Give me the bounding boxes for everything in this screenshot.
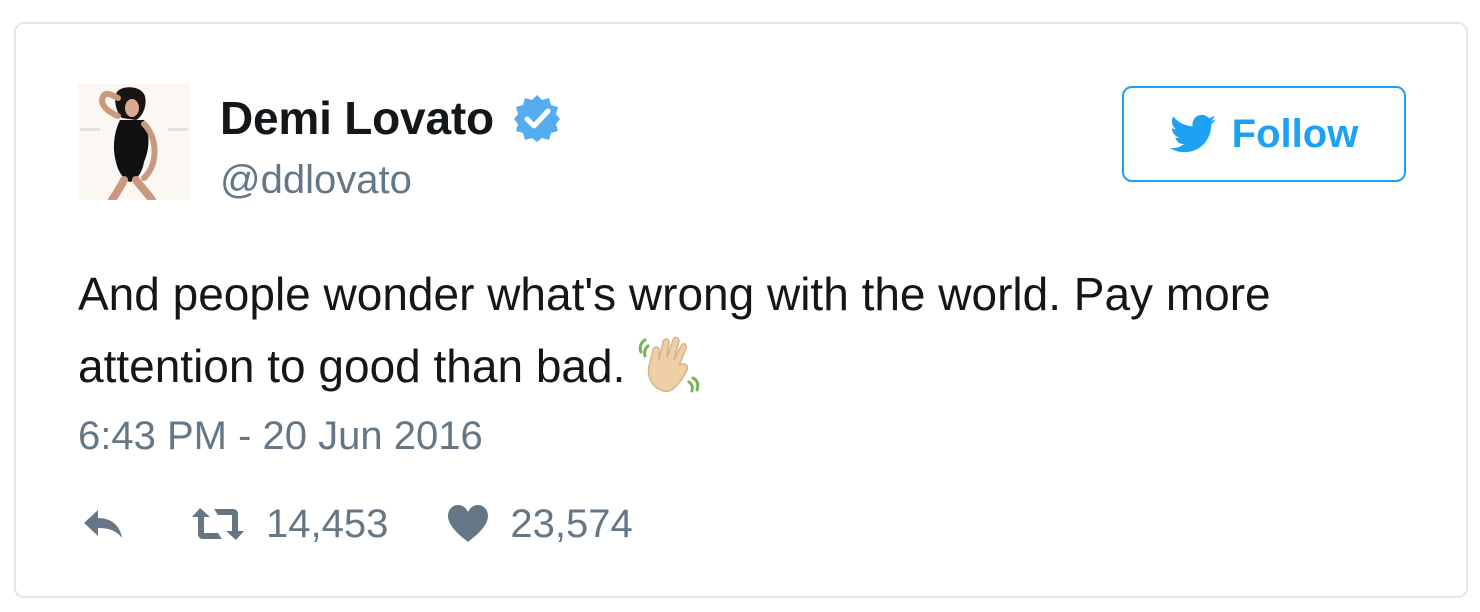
tweet-timestamp[interactable]: 6:43 PM - 20 Jun 2016 bbox=[78, 414, 483, 459]
waving-hand-icon bbox=[639, 336, 700, 393]
avatar[interactable] bbox=[78, 84, 190, 200]
reply-icon bbox=[84, 510, 122, 538]
follow-label: Follow bbox=[1231, 111, 1359, 156]
twitter-bird-icon bbox=[1169, 114, 1216, 153]
tweet-text: And people wonder what's wrong with the … bbox=[78, 258, 1408, 402]
retweet-icon bbox=[192, 508, 244, 540]
like-button[interactable]: 23,574 bbox=[446, 501, 633, 547]
author-name[interactable]: Demi Lovato bbox=[220, 91, 494, 145]
author-handle[interactable]: @ddlovato bbox=[220, 158, 412, 203]
follow-button[interactable]: Follow bbox=[1122, 86, 1406, 182]
like-count: 23,574 bbox=[510, 501, 633, 546]
tweet-card: Demi Lovato @ddlovato Follow And people … bbox=[14, 22, 1468, 598]
heart-icon bbox=[448, 505, 489, 542]
retweet-count: 14,453 bbox=[266, 501, 389, 546]
verified-badge-icon bbox=[513, 95, 560, 142]
retweet-button[interactable]: 14,453 bbox=[190, 502, 388, 547]
reply-button[interactable] bbox=[78, 504, 128, 544]
tweet-actions: 14,453 23,574 bbox=[78, 496, 633, 552]
author-name-row: Demi Lovato bbox=[220, 90, 562, 146]
